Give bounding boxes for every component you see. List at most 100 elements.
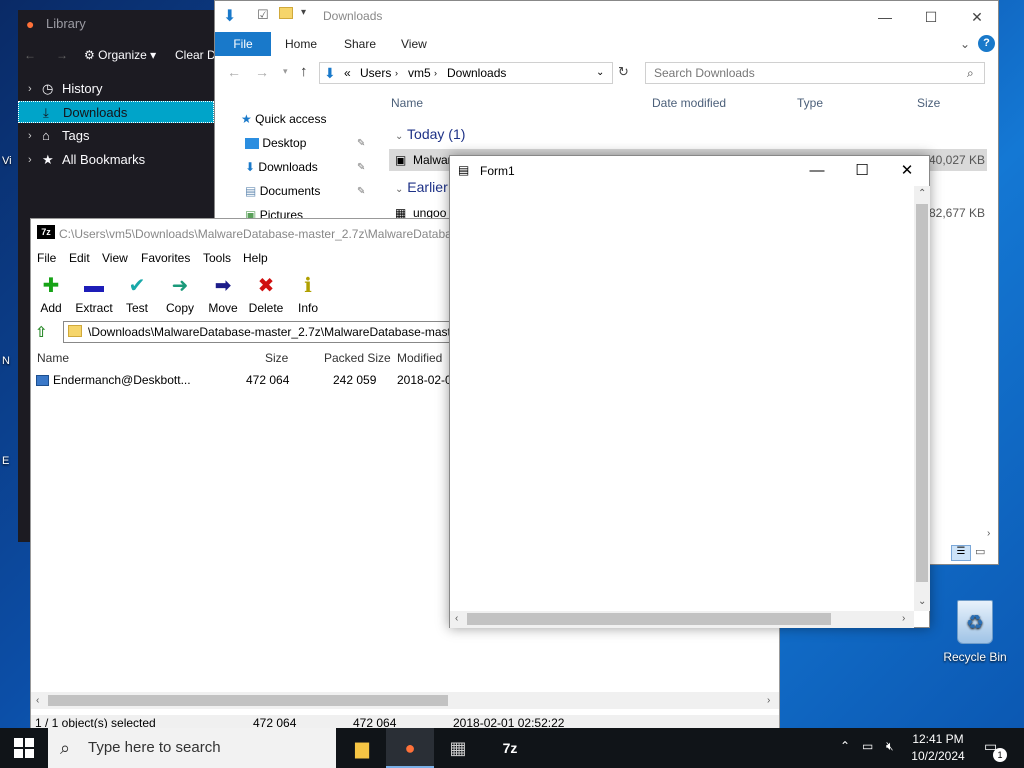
library-item-tags[interactable]: › ⌂ Tags bbox=[18, 125, 214, 147]
tab-file[interactable]: File bbox=[215, 32, 271, 56]
scrollbar-thumb[interactable] bbox=[467, 613, 831, 625]
back-arrow-icon[interactable]: ← bbox=[24, 48, 36, 62]
delete-button[interactable]: ✖ Delete bbox=[244, 271, 288, 315]
desktop-icon-label[interactable]: N bbox=[2, 355, 10, 367]
up-folder-icon[interactable]: ⇧ bbox=[35, 323, 48, 341]
column-modified[interactable]: Modified bbox=[397, 351, 442, 365]
file-explorer-taskbar-icon[interactable]: ▆ bbox=[338, 728, 386, 768]
desktop-icon-label[interactable]: E bbox=[2, 455, 9, 467]
back-arrow-icon[interactable]: ← bbox=[227, 64, 241, 80]
tab-home[interactable]: Home bbox=[285, 32, 317, 56]
up-arrow-icon[interactable]: ↑ bbox=[300, 63, 308, 80]
7zip-taskbar-icon[interactable]: 7z bbox=[486, 728, 534, 768]
search-input[interactable]: Search Downloads bbox=[645, 62, 985, 84]
clock-icon: ◷ bbox=[42, 81, 54, 96]
horizontal-scrollbar[interactable]: ‹ › bbox=[31, 692, 779, 709]
ribbon-expand-icon[interactable]: ⌄ bbox=[960, 32, 970, 56]
recycle-bin[interactable]: ♻ Recycle Bin bbox=[940, 600, 1010, 664]
scroll-right-arrow[interactable]: › bbox=[767, 695, 770, 706]
nav-desktop[interactable]: Desktop bbox=[245, 136, 306, 150]
column-size[interactable]: Size bbox=[917, 96, 940, 110]
library-item-history[interactable]: › ◷ History bbox=[18, 78, 214, 100]
info-icon: ℹ bbox=[304, 275, 312, 297]
scroll-right-arrow[interactable]: › bbox=[987, 528, 990, 539]
scroll-left-arrow[interactable]: ‹ bbox=[455, 613, 458, 624]
refresh-icon[interactable]: ↻ bbox=[618, 64, 629, 80]
installer-taskbar-icon[interactable]: ▦ bbox=[434, 728, 482, 768]
properties-icon[interactable]: ☑ bbox=[257, 7, 269, 23]
clock[interactable]: 12:41 PM 10/2/2024 bbox=[905, 731, 971, 765]
clear-downloads-button[interactable]: Clear D bbox=[175, 48, 216, 62]
tab-view[interactable]: View bbox=[401, 32, 427, 56]
menu-help[interactable]: Help bbox=[243, 251, 268, 265]
forward-arrow-icon[interactable]: → bbox=[255, 64, 269, 80]
nav-quick-access[interactable]: ★ Quick access bbox=[241, 112, 326, 126]
maximize-button[interactable]: ☐ bbox=[839, 158, 885, 184]
menu-file[interactable]: File bbox=[37, 251, 56, 265]
folder-icon[interactable] bbox=[279, 7, 293, 19]
column-size[interactable]: Size bbox=[265, 351, 288, 365]
column-date-modified[interactable]: Date modified bbox=[652, 96, 726, 110]
minimize-button[interactable]: — bbox=[794, 158, 840, 184]
forward-arrow-icon[interactable]: → bbox=[56, 48, 68, 62]
toolbar-label: Extract bbox=[75, 301, 113, 315]
scroll-right-arrow[interactable]: › bbox=[902, 613, 905, 624]
breadcrumb-users[interactable]: Users bbox=[360, 63, 391, 83]
chevron-up-icon[interactable]: ⌃ bbox=[840, 739, 850, 753]
info-button[interactable]: ℹ Info bbox=[286, 271, 330, 315]
column-packed-size[interactable]: Packed Size bbox=[324, 351, 391, 365]
taskbar-search-input[interactable]: ⌕ Type here to search bbox=[48, 728, 336, 768]
scroll-left-arrow[interactable]: ‹ bbox=[36, 695, 39, 706]
address-bar[interactable]: ⬇ « Users › vm5 › Downloads ⌄ bbox=[319, 62, 613, 84]
scrollbar-thumb[interactable] bbox=[48, 695, 448, 706]
chevron-down-icon[interactable]: ⌄ bbox=[596, 63, 604, 83]
details-view-icon[interactable]: ☰ bbox=[951, 545, 971, 561]
extract-button[interactable]: ▬ Extract bbox=[72, 271, 116, 315]
search-icon: ⌕ bbox=[60, 738, 71, 758]
menu-favorites[interactable]: Favorites bbox=[141, 251, 190, 265]
scroll-down-arrow[interactable]: ⌄ bbox=[918, 596, 926, 607]
gear-icon: ⚙ bbox=[84, 48, 95, 62]
add-button[interactable]: ✚ Add bbox=[29, 271, 73, 315]
breadcrumb-downloads[interactable]: Downloads bbox=[447, 63, 506, 83]
horizontal-scrollbar[interactable]: ‹ › bbox=[450, 611, 914, 628]
nav-downloads[interactable]: ⬇ Downloads bbox=[245, 160, 318, 174]
close-button[interactable]: ✕ bbox=[884, 158, 930, 184]
group-today[interactable]: ⌄ Today (1) bbox=[395, 126, 465, 142]
vertical-scrollbar[interactable]: ⌃ ⌄ bbox=[914, 186, 930, 611]
breadcrumb-vm5[interactable]: vm5 bbox=[408, 63, 431, 83]
toolbar-label: Delete bbox=[248, 301, 284, 315]
close-button[interactable]: ✕ bbox=[954, 5, 1000, 29]
library-item-downloads[interactable]: ⤓ Downloads bbox=[18, 101, 214, 123]
recent-dropdown-icon[interactable]: ▾ bbox=[283, 66, 288, 77]
organize-button[interactable]: ⚙ Organize ▾ bbox=[84, 48, 156, 62]
test-button[interactable]: ✔ Test bbox=[115, 271, 159, 315]
minimize-button[interactable]: — bbox=[862, 5, 908, 29]
maximize-button[interactable]: ☐ bbox=[908, 5, 954, 29]
help-icon[interactable]: ? bbox=[978, 35, 995, 52]
breadcrumb-overflow[interactable]: « bbox=[344, 63, 351, 83]
desktop-icon-label[interactable]: Vi bbox=[2, 155, 12, 167]
search-placeholder: Type here to search bbox=[88, 739, 221, 756]
nav-documents[interactable]: ▤ Documents bbox=[245, 184, 320, 198]
firefox-taskbar-icon[interactable]: ● bbox=[386, 728, 434, 768]
star-icon: ★ bbox=[241, 112, 252, 126]
tab-share[interactable]: Share bbox=[344, 32, 376, 56]
menu-tools[interactable]: Tools bbox=[203, 251, 231, 265]
archive-path-input[interactable]: \Downloads\MalwareDatabase-master_2.7z\M… bbox=[63, 321, 483, 343]
start-windows-icon[interactable] bbox=[14, 738, 34, 758]
quick-access-dropdown-icon[interactable]: ▾ bbox=[301, 7, 306, 18]
scroll-up-arrow[interactable]: ⌃ bbox=[918, 188, 926, 199]
large-icons-view-icon[interactable]: ▭ bbox=[975, 545, 985, 558]
column-type[interactable]: Type bbox=[797, 96, 823, 110]
copy-button[interactable]: ➜ Copy bbox=[158, 271, 202, 315]
move-button[interactable]: ➡ Move bbox=[201, 271, 245, 315]
column-name[interactable]: Name bbox=[37, 351, 69, 365]
column-name[interactable]: Name bbox=[391, 96, 423, 110]
scrollbar-thumb[interactable] bbox=[916, 204, 928, 582]
network-icon[interactable]: ▭ bbox=[862, 739, 873, 753]
speaker-muted-icon[interactable]: 🔇︎ bbox=[886, 739, 894, 754]
menu-edit[interactable]: Edit bbox=[69, 251, 90, 265]
menu-view[interactable]: View bbox=[102, 251, 128, 265]
library-item-all-bookmarks[interactable]: › ★ All Bookmarks bbox=[18, 149, 214, 171]
